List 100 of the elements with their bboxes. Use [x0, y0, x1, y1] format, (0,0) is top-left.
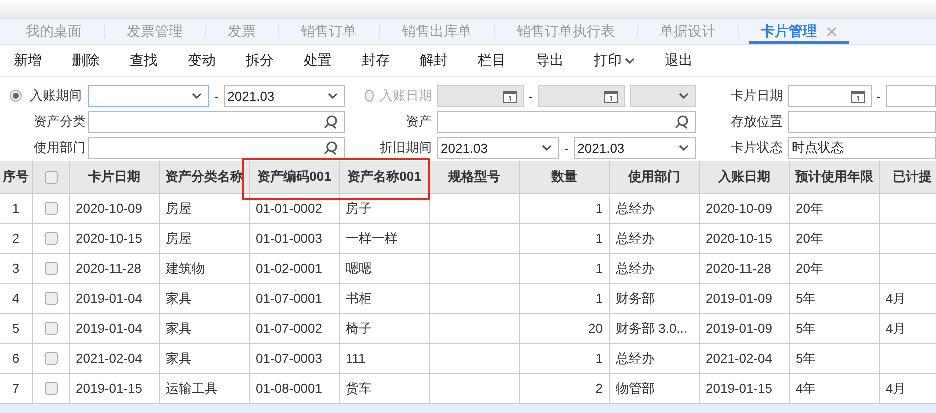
table-cell: 建筑物 — [166, 260, 205, 278]
dash: - — [528, 88, 534, 104]
table-cell: 1 — [596, 351, 603, 366]
table-cell: 20年 — [796, 260, 824, 278]
table-cell: 20年 — [796, 200, 824, 218]
table-cell: 物管部 — [616, 380, 655, 398]
table-cell: 货车 — [346, 380, 372, 398]
checkbox[interactable] — [44, 202, 58, 215]
table-cell: 5年 — [796, 290, 816, 308]
column-header[interactable]: 资产名称001 — [348, 168, 422, 186]
table-cell: 7 — [12, 381, 20, 396]
column-header[interactable]: 卡片日期 — [88, 168, 140, 186]
column-header[interactable]: 规格型号 — [448, 168, 500, 186]
table-cell: 4月 — [886, 290, 906, 308]
table-cell: 2020-11-28 — [76, 261, 142, 276]
toolbar-button[interactable]: 栏目 — [470, 48, 514, 72]
toolbar-button[interactable]: 查找 — [122, 48, 166, 72]
dropdown-field[interactable]: 2021.03 — [574, 137, 696, 159]
field-label: 折旧期间 — [380, 139, 432, 157]
input-field[interactable] — [788, 111, 936, 133]
table-cell: 6 — [12, 351, 20, 366]
table-cell: 财务部 3.0... — [616, 320, 688, 338]
search-field[interactable] — [88, 137, 345, 159]
chevron-down-icon — [679, 93, 689, 99]
search-field[interactable] — [437, 111, 696, 133]
table-cell: 椅子 — [346, 320, 372, 338]
table-cell: 20 — [588, 321, 603, 336]
toolbar-button[interactable]: 解封 — [412, 48, 456, 72]
table-cell: 20年 — [796, 230, 824, 248]
field-label: 存放位置 — [731, 113, 783, 131]
dash: - — [214, 88, 219, 104]
toolbar-button[interactable]: 退出 — [657, 48, 701, 72]
radio-button[interactable] — [10, 90, 22, 102]
table-cell: 1 — [596, 291, 603, 306]
calendar-icon[interactable] — [850, 90, 865, 102]
chevron-down-icon — [679, 145, 689, 151]
checkbox[interactable] — [44, 292, 58, 305]
toolbar-button[interactable]: 新增 — [6, 48, 50, 72]
table-cell: 一样一样 — [346, 230, 398, 248]
table-cell: 2019-01-09 — [706, 321, 772, 336]
dropdown-field[interactable]: 2021.03 — [224, 85, 345, 107]
field-label: 入账日期 — [380, 87, 432, 105]
table-cell: 1 — [12, 201, 20, 216]
table-cell: 2020-10-15 — [76, 231, 142, 246]
table-cell: 01-02-0001 — [256, 261, 322, 276]
column-header[interactable]: 序号 — [3, 168, 29, 186]
toolbar-button[interactable]: 变动 — [180, 48, 224, 72]
column-header[interactable]: 已计提 — [893, 168, 932, 186]
checkbox[interactable] — [44, 382, 58, 395]
table-cell: 家具 — [166, 290, 192, 308]
dropdown-field[interactable]: 2021.03 — [437, 137, 560, 159]
table-cell: 5 — [12, 321, 20, 336]
toolbar-button[interactable]: 导出 — [528, 48, 572, 72]
checkbox[interactable] — [44, 262, 58, 275]
search-icon[interactable] — [324, 141, 338, 155]
toolbar-button[interactable]: 删除 — [64, 48, 108, 72]
checkbox[interactable] — [44, 352, 58, 365]
toolbar-button[interactable]: 处置 — [296, 48, 340, 72]
table-cell: 房屋 — [166, 230, 192, 248]
caret-icon — [625, 58, 635, 64]
dropdown-field[interactable] — [88, 85, 210, 107]
table-cell: 4年 — [796, 380, 816, 398]
close-icon[interactable] — [827, 26, 837, 36]
column-header[interactable]: 数量 — [552, 168, 578, 186]
search-field[interactable] — [88, 111, 345, 133]
dash: - — [564, 140, 569, 156]
table-cell: 2 — [596, 381, 603, 396]
table-cell: 总经办 — [616, 200, 655, 218]
chevron-down-icon — [328, 93, 338, 99]
input-field[interactable]: 时点状态 — [788, 137, 936, 159]
table-cell: 2019-01-04 — [76, 291, 142, 306]
toolbar-button[interactable]: 拆分 — [238, 48, 282, 72]
table-cell: 2019-01-15 — [76, 381, 142, 396]
chevron-down-icon — [542, 145, 552, 151]
field-label: 资产分类 — [34, 113, 86, 131]
search-icon[interactable] — [675, 115, 689, 129]
field-label: 使用部门 — [34, 139, 86, 157]
column-header[interactable]: 使用部门 — [628, 168, 680, 186]
menu-button[interactable]: 打印 — [586, 48, 643, 72]
date-field[interactable] — [886, 85, 936, 107]
column-header[interactable]: 资产编码001 — [258, 168, 332, 186]
field-label: 卡片日期 — [731, 87, 783, 105]
table-cell: 家具 — [166, 320, 192, 338]
search-icon[interactable] — [324, 115, 338, 129]
table-cell: 2020-10-09 — [706, 201, 772, 216]
checkbox[interactable] — [44, 232, 58, 245]
table-cell: 5年 — [796, 320, 816, 338]
tab[interactable]: 卡片管理 — [749, 19, 849, 44]
table-cell: 01-08-0001 — [256, 381, 322, 396]
select-all-checkbox[interactable] — [44, 170, 58, 184]
checkbox[interactable] — [44, 322, 58, 335]
table-cell: 2020-11-28 — [706, 261, 772, 276]
date-field[interactable] — [788, 85, 872, 107]
table-cell: 2019-01-15 — [706, 381, 772, 396]
table-cell: 总经办 — [616, 230, 655, 248]
table-cell: 2021-02-04 — [76, 351, 142, 366]
column-header[interactable]: 入账日期 — [718, 168, 770, 186]
field-label: 入账期间 — [30, 87, 82, 105]
column-header[interactable]: 预计使用年限 — [796, 168, 874, 186]
toolbar-button[interactable]: 封存 — [354, 48, 398, 72]
